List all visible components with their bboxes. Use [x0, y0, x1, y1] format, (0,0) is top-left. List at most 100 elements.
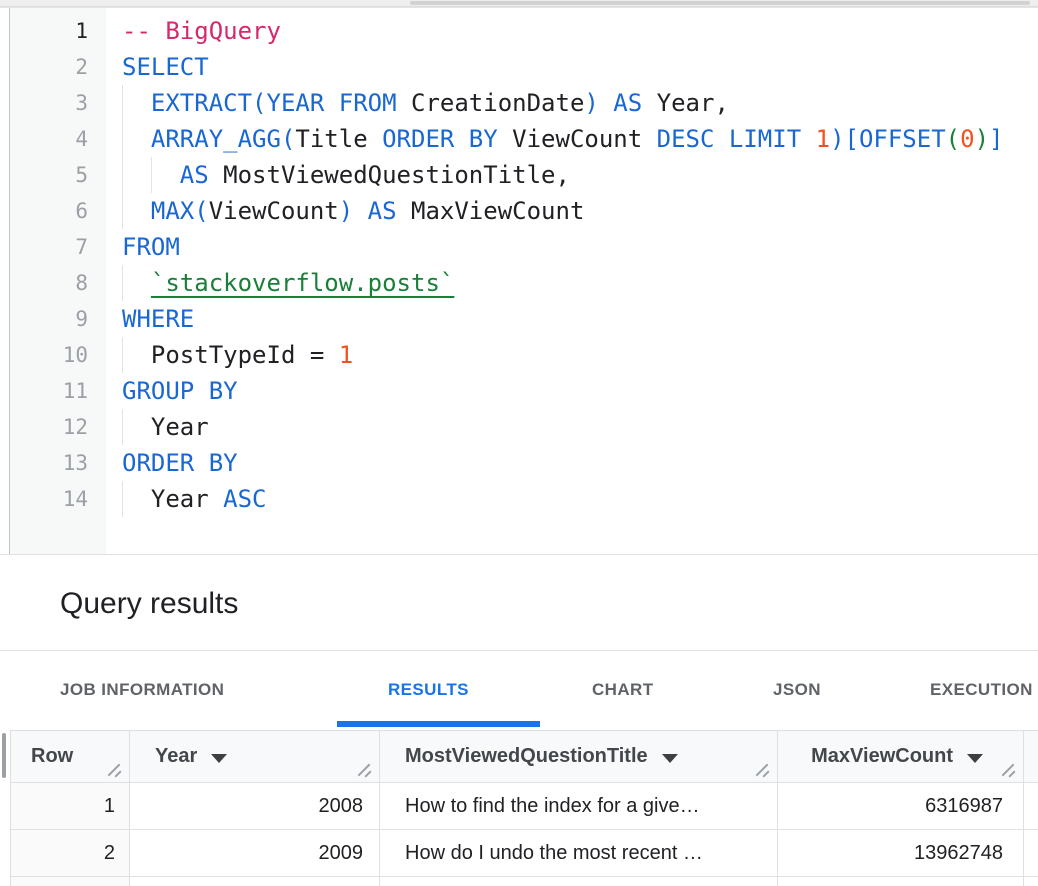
column-resize-handle-icon[interactable]: [1000, 762, 1018, 777]
indent-guide: [122, 265, 123, 301]
code-line-6[interactable]: MAX(ViewCount) AS MaxViewCount: [106, 193, 1038, 229]
table-reference-link[interactable]: `stackoverflow.posts`: [151, 269, 454, 297]
table-cell: 1: [10, 783, 130, 830]
column-header-MaxViewCount[interactable]: MaxViewCount: [778, 731, 1024, 783]
results-table: Row Year MostViewedQuestionTitle MaxViewCou…: [10, 730, 1038, 886]
code-token: ORDER BY: [122, 449, 238, 477]
table-header-row: Row Year MostViewedQuestionTitle MaxViewCou…: [10, 730, 1038, 783]
line-number: 4: [10, 121, 106, 157]
horizontal-scrollbar-track[interactable]: [0, 0, 1038, 7]
table-cell: How do I undo the most recent …: [380, 830, 778, 877]
tab-results[interactable]: RESULTS: [388, 680, 469, 700]
tab-execution-details[interactable]: EXECUTION DETAILS: [930, 680, 1038, 700]
code-line-5[interactable]: AS MostViewedQuestionTitle,: [106, 157, 1038, 193]
tab-job-information[interactable]: JOB INFORMATION: [60, 680, 224, 700]
code-line-13[interactable]: ORDER BY: [106, 445, 1038, 481]
editor-code-area[interactable]: -- BigQuery SELECT EXTRACT(YEAR FROM Crea…: [106, 13, 1038, 517]
code-token: MaxViewCount: [397, 197, 585, 225]
column-dropdown-icon[interactable]: [967, 754, 983, 763]
code-line-8[interactable]: `stackoverflow.posts`: [106, 265, 1038, 301]
sql-editor[interactable]: 1234567891011121314 -- BigQuerySELECT EX…: [0, 7, 1038, 555]
column-header-Row[interactable]: Row: [10, 731, 130, 783]
column-resize-handle-icon[interactable]: [356, 762, 374, 777]
table-cell: [380, 877, 778, 886]
line-number: 12: [10, 409, 106, 445]
line-number: 11: [10, 373, 106, 409]
code-token: Year: [122, 485, 223, 513]
table-cell: 2009: [130, 830, 380, 877]
horizontal-scrollbar-thumb[interactable]: [410, 1, 1030, 5]
line-number: 13: [10, 445, 106, 481]
code-token: ): [975, 125, 989, 153]
editor-gutter: 1234567891011121314: [10, 8, 106, 555]
column-header-label: MaxViewCount: [811, 745, 953, 768]
table-cell: [130, 877, 380, 886]
indent-guide: [122, 85, 123, 121]
code-token: MostViewedQuestionTitle,: [209, 161, 570, 189]
column-dropdown-icon[interactable]: [211, 754, 227, 763]
code-token: [122, 89, 151, 117]
table-cell: [1024, 783, 1038, 830]
code-token: [599, 89, 613, 117]
code-token: ASC: [223, 485, 266, 513]
line-number: 8: [10, 265, 106, 301]
code-token: [122, 197, 151, 225]
column-header-MostViewedQuestionTitle[interactable]: MostViewedQuestionTitle: [380, 731, 778, 783]
table-row: [10, 877, 1038, 886]
column-header-label: Row: [31, 745, 73, 768]
code-token: CreationDate: [397, 89, 585, 117]
code-token: [801, 125, 815, 153]
line-number: 9: [10, 301, 106, 337]
code-line-7[interactable]: FROM: [106, 229, 1038, 265]
column-header-Year[interactable]: Year: [130, 731, 380, 783]
tab-chart[interactable]: CHART: [592, 680, 654, 700]
code-line-9[interactable]: WHERE: [106, 301, 1038, 337]
column-dropdown-icon[interactable]: [662, 754, 678, 763]
code-line-1[interactable]: -- BigQuery: [106, 13, 1038, 49]
line-number: 3: [10, 85, 106, 121]
table-row: 22009How do I undo the most recent …1396…: [10, 830, 1038, 877]
column-header-label: Year: [155, 745, 197, 768]
column-resize-handle-icon[interactable]: [754, 762, 772, 777]
table-cell: 13962748: [778, 830, 1024, 877]
table-cell: [10, 877, 130, 886]
indent-guide: [122, 409, 123, 445]
line-number: 5: [10, 157, 106, 193]
code-token: ViewCount: [498, 125, 657, 153]
code-token: 1: [339, 341, 353, 369]
code-token: WHERE: [122, 305, 194, 333]
column-header-overflow[interactable]: [1024, 731, 1038, 783]
query-results-title: Query results: [60, 583, 238, 625]
vertical-scrollbar-thumb[interactable]: [2, 733, 6, 778]
code-token: GROUP BY: [122, 377, 238, 405]
column-resize-handle-icon[interactable]: [106, 762, 124, 777]
code-token: [122, 125, 151, 153]
code-token: AS: [613, 89, 642, 117]
table-cell: [778, 877, 1024, 886]
code-line-4[interactable]: ARRAY_AGG(Title ORDER BY ViewCount DESC …: [106, 121, 1038, 157]
line-number: 10: [10, 337, 106, 373]
code-line-12[interactable]: Year: [106, 409, 1038, 445]
table-cell: 2: [10, 830, 130, 877]
code-token: AS: [180, 161, 209, 189]
code-token: (: [946, 125, 960, 153]
code-line-10[interactable]: PostTypeId = 1: [106, 337, 1038, 373]
code-line-3[interactable]: EXTRACT(YEAR FROM CreationDate) AS Year,: [106, 85, 1038, 121]
code-line-2[interactable]: SELECT: [106, 49, 1038, 85]
code-line-11[interactable]: GROUP BY: [106, 373, 1038, 409]
code-token: ): [339, 197, 353, 225]
table-row: 12008How to find the index for a give…63…: [10, 783, 1038, 830]
code-line-14[interactable]: Year ASC: [106, 481, 1038, 517]
code-token: AS: [368, 197, 397, 225]
table-cell: 6316987: [778, 783, 1024, 830]
code-token: 0: [960, 125, 974, 153]
line-number: 2: [10, 49, 106, 85]
indent-guide: [122, 193, 123, 229]
tab-json[interactable]: JSON: [773, 680, 821, 700]
code-token: )[OFFSET: [830, 125, 946, 153]
code-token: ViewCount: [209, 197, 339, 225]
table-cell: [1024, 877, 1038, 886]
code-token: FROM: [122, 233, 180, 261]
line-number: 6: [10, 193, 106, 229]
code-token: SELECT: [122, 53, 209, 81]
